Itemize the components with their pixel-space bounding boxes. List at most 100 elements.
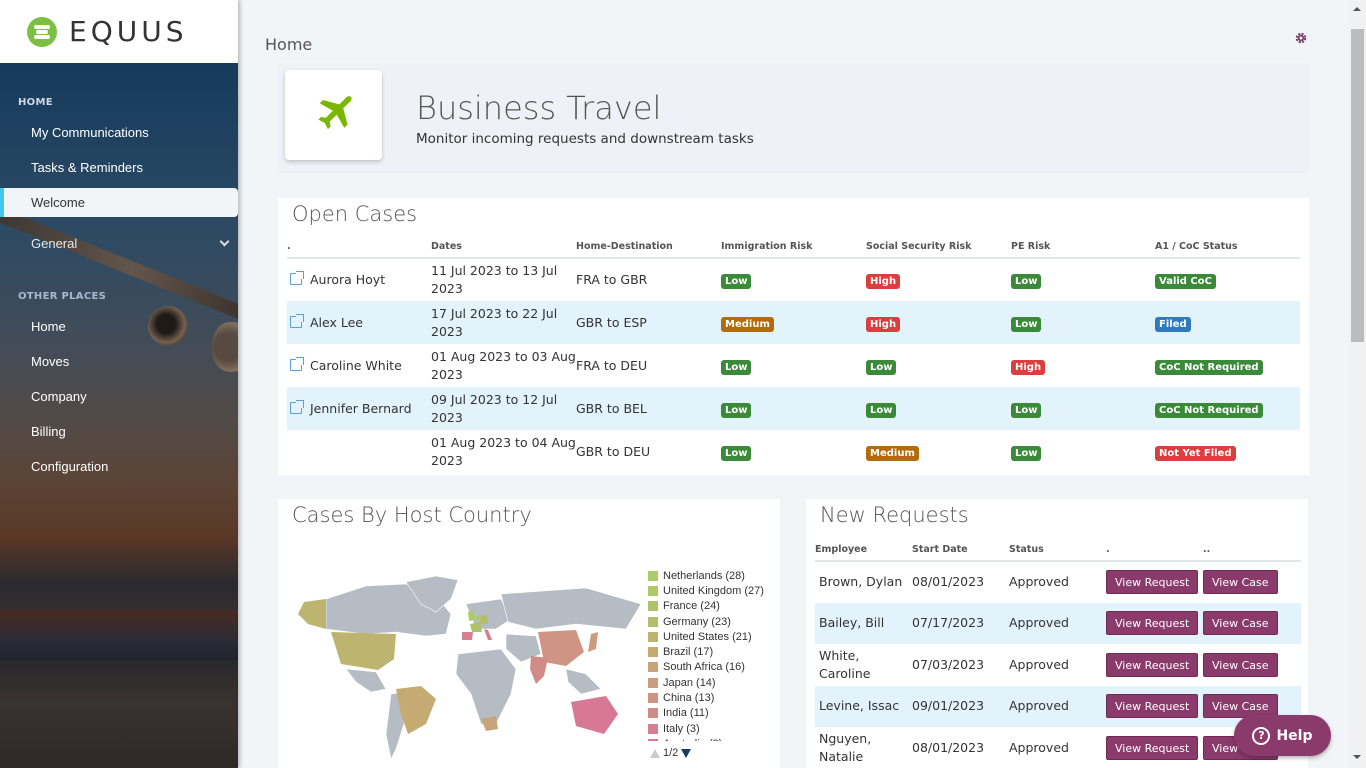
employee-name: Nguyen, Natalie [819, 730, 872, 764]
column-header[interactable]: . [1106, 538, 1203, 562]
sidebar-item-tasks-reminders[interactable]: Tasks & Reminders [0, 153, 238, 182]
view-request-button[interactable]: View Request [1106, 652, 1199, 677]
immigration-cell: Medium [721, 301, 866, 344]
page-scrollbar[interactable] [1349, 0, 1366, 768]
start-date: 07/03/2023 [912, 656, 985, 672]
map-japan [588, 632, 598, 652]
social-badge: High [866, 274, 901, 289]
view-request-button[interactable]: View Request [1106, 694, 1199, 719]
logo[interactable]: EQUUS [0, 0, 238, 63]
column-header[interactable]: PE Risk [1011, 235, 1155, 259]
nav-section-other-places: OTHER PLACES [18, 291, 107, 302]
sidebar-item-welcome[interactable]: Welcome [0, 188, 238, 217]
case-name[interactable]: Jennifer Bernard [310, 401, 412, 416]
sidebar-background-clouds [0, 610, 238, 660]
employee-name: Bailey, Bill [815, 602, 912, 644]
coc-cell: Not Yet Filed [1155, 430, 1300, 473]
column-header[interactable]: Start Date [912, 538, 1009, 562]
scroll-down-icon[interactable] [1353, 755, 1361, 759]
immigration-badge: Low [721, 445, 752, 461]
external-link-icon[interactable] [290, 313, 304, 328]
legend-item[interactable]: South Africa (16) [648, 660, 764, 675]
legend-item[interactable]: Germany (23) [648, 614, 764, 629]
table-row: 01 Aug 2023 to 04 Aug 2023 GBR to DEU Low Me… [287, 430, 1300, 473]
view-request-button[interactable]: View Request [1106, 570, 1199, 595]
column-header[interactable]: Immigration Risk [721, 235, 866, 259]
view-case-button[interactable]: View Case [1203, 611, 1278, 636]
sidebar-item-billing[interactable]: Billing [0, 417, 238, 446]
column-header[interactable]: A1 / CoC Status [1155, 235, 1300, 259]
sidebar-item-general[interactable]: General [0, 229, 238, 258]
legend-item[interactable]: Italy (3) [648, 721, 764, 736]
sidebar: EQUUS HOME My Communications Tasks & Rem… [0, 0, 238, 768]
column-header[interactable]: Dates [431, 235, 576, 259]
request-status: Approved [1009, 656, 1069, 672]
social-cell: Low [866, 387, 1011, 430]
case-name[interactable]: Alex Lee [310, 315, 363, 330]
case-dates: 11 Jul 2023 to 13 Jul 2023 [431, 258, 576, 301]
legend-pager: 1/2 [650, 747, 692, 759]
case-name[interactable]: Caroline White [310, 358, 402, 373]
legend-item[interactable]: Japan (14) [648, 675, 764, 690]
map-spain [462, 632, 473, 640]
legend-item[interactable]: Australia (2) [648, 736, 764, 741]
view-request-cell: View Request [1106, 602, 1203, 644]
scroll-up-icon[interactable] [1353, 7, 1361, 11]
case-route: GBR to BEL [576, 387, 721, 430]
immigration-cell: Low [721, 344, 866, 387]
column-header[interactable]: .. [1203, 538, 1301, 562]
scroll-thumb[interactable] [1351, 29, 1364, 342]
table-row: Bailey, Bill 07/17/2023 Approved View Reque… [815, 602, 1301, 644]
request-status: Approved [1009, 739, 1069, 755]
sidebar-item-my-communications[interactable]: My Communications [0, 118, 238, 147]
page-title: Business Travel [416, 89, 662, 127]
gear-icon[interactable] [1295, 32, 1307, 44]
legend-item[interactable]: India (11) [648, 706, 764, 721]
sidebar-item-company[interactable]: Company [0, 382, 238, 411]
legend-item[interactable]: China (13) [648, 690, 764, 705]
legend-item[interactable]: Netherlands (28) [648, 568, 764, 583]
date-range-line: 2023 [431, 409, 463, 425]
case-name-cell: Aurora Hoyt [287, 258, 431, 301]
sidebar-item-label: Tasks & Reminders [31, 160, 143, 175]
sidebar-item-moves[interactable]: Moves [0, 347, 238, 376]
legend-item[interactable]: France (24) [648, 599, 764, 614]
legend-item[interactable]: United States (21) [648, 629, 764, 644]
help-button[interactable]: ? Help [1234, 715, 1331, 756]
world-map[interactable] [286, 574, 642, 759]
pe-badge: Low [1011, 316, 1042, 332]
pe-cell: High [1011, 344, 1155, 387]
breadcrumb[interactable]: Home [265, 35, 312, 54]
external-link-icon[interactable] [290, 399, 304, 414]
legend-label: Australia (2) [663, 738, 722, 741]
view-case-button[interactable]: View Case [1203, 570, 1278, 595]
legend-prev-icon[interactable] [650, 748, 660, 758]
date-range-line: 2023 [431, 323, 463, 339]
legend-next-icon[interactable] [681, 748, 692, 758]
legend-swatch [648, 708, 658, 719]
view-request-button[interactable]: View Request [1106, 735, 1199, 760]
column-header[interactable]: . [287, 235, 431, 259]
request-status: Approved [1009, 602, 1106, 644]
column-header[interactable]: Status [1009, 538, 1106, 562]
chevron-down-icon [219, 236, 230, 247]
case-name[interactable]: Aurora Hoyt [310, 272, 385, 287]
help-label: Help [1276, 727, 1313, 744]
legend-item[interactable]: United Kingdom (27) [648, 583, 764, 598]
external-link-icon[interactable] [290, 356, 304, 371]
legend-swatch [648, 631, 658, 642]
sidebar-item-home[interactable]: Home [0, 312, 238, 341]
legend-label: United Kingdom (27) [663, 584, 764, 597]
view-request-button[interactable]: View Request [1106, 611, 1199, 636]
column-header[interactable]: Social Security Risk [866, 235, 1011, 259]
map-united-states [331, 632, 396, 670]
request-status: Approved [1009, 685, 1106, 727]
legend-item[interactable]: Brazil (17) [648, 644, 764, 659]
coc-badge: CoC Not Required [1155, 402, 1263, 418]
column-header[interactable]: Home-Destination [576, 235, 721, 259]
view-case-button[interactable]: View Case [1203, 652, 1278, 677]
sidebar-item-configuration[interactable]: Configuration [0, 452, 238, 481]
column-header[interactable]: Employee [815, 538, 912, 562]
external-link-icon[interactable] [290, 271, 304, 285]
view-request-cell: View Request [1106, 685, 1203, 727]
